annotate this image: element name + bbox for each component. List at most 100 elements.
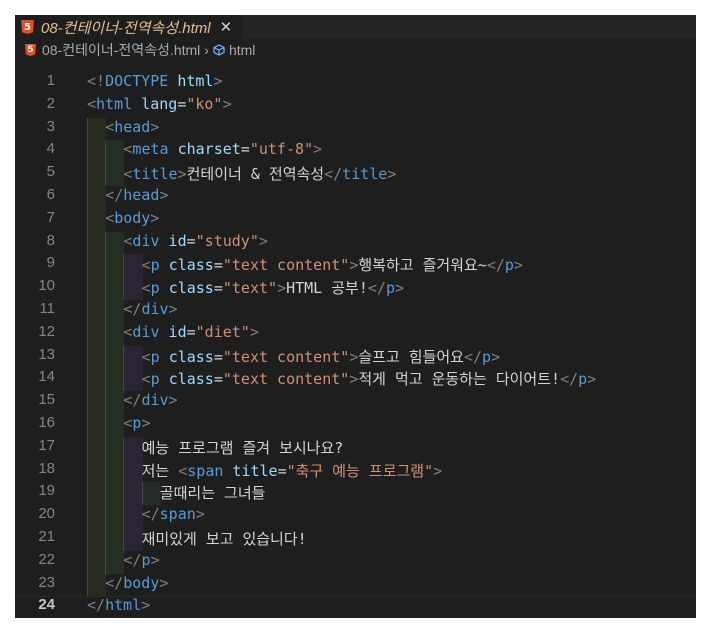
code-token: < [105,117,115,136]
code-token: "text" [222,279,278,298]
code-text: <div id="diet"> [123,323,258,341]
code-text: <p class="text content">슬프고 힘들어요</p> [142,346,501,367]
indent-guide [87,368,107,392]
code-text: <p class="text">HTML 공부!</p> [142,277,404,298]
code-token: > [313,140,323,159]
indent-guide [87,550,107,574]
code-editor[interactable]: 5 08-컨테이너-전역속성.html ✕ 5 08-컨테이너-전역속성.htm… [15,15,696,618]
code-token: > [159,573,169,592]
code-token: = [213,256,223,275]
breadcrumb-symbol[interactable]: html [229,42,255,58]
code-line[interactable]: 14 <p class="text content">적게 먹고 운동하는 다이어… [15,368,696,392]
code-line[interactable]: 19 골때리는 그녀들 [15,482,696,506]
code-token: html [177,72,214,90]
code-token: > [277,279,287,298]
code-line[interactable]: 11 </div> [15,299,696,323]
code-token: body [123,573,160,592]
code-token: DOCTYPE [105,72,178,90]
code-token: > [141,596,151,615]
code-text: <body> [105,209,159,227]
indent-guide [105,345,125,369]
code-line[interactable]: 23 </body> [15,573,696,597]
indent-guide [105,140,125,164]
code-token: > [387,165,397,184]
code-token: > [513,256,523,275]
code-token: "text content" [222,347,350,366]
code-token: 행복하고 즐거워요~ [358,256,487,275]
code-token: > [258,231,268,250]
code-line[interactable]: 8 <div id="study"> [15,231,696,255]
code-text: </body> [105,574,168,592]
code-line[interactable]: 6 </head> [15,185,696,209]
indent-guide [141,482,161,506]
code-line[interactable]: 10 <p class="text">HTML 공부!</p> [15,277,696,300]
code-token: < [105,208,115,227]
code-token: > [213,72,223,90]
code-line[interactable]: 3 <head> [15,117,696,141]
code-text: <!DOCTYPE html> [87,72,222,90]
line-number: 17 [38,436,55,454]
code-token: </ [123,299,142,318]
code-token: lang [141,94,178,113]
line-number: 2 [46,94,55,112]
indent-guide [105,550,125,574]
code-token: div [132,231,169,250]
code-token: 예능 프로그램 즐겨 보시나요? [141,438,344,457]
code-text: 저는 <span title="축구 예능 프로그램"> [142,460,443,481]
code-line[interactable]: 12 <div id="diet"> [15,322,696,346]
indent-guide [105,163,125,186]
code-token: p [150,279,169,298]
indent-guide [87,322,107,346]
code-token: "축구 예능 프로그램" [286,461,434,480]
indent-guide [123,277,143,300]
code-line[interactable]: 22 </p> [15,550,696,574]
breadcrumb-file[interactable]: 08-컨테이너-전역속성.html [42,40,200,60]
code-line[interactable]: 5 <title>컨테이너 & 전역속성</title> [15,163,696,186]
indent-guide [105,413,125,437]
code-line[interactable]: 17 예능 프로그램 즐겨 보시나요? [15,436,696,460]
indent-guide [105,527,125,551]
code-line[interactable]: 13 <p class="text content">슬프고 힘들어요</p> [15,345,696,369]
indent-guide [123,345,143,369]
indent-guide [123,459,143,483]
code-text: <p class="text content">행복하고 즐거워요~</p> [142,254,523,275]
code-token: 골때리는 그녀들 [159,484,266,503]
code-line[interactable]: 9 <p class="text content">행복하고 즐거워요~</p> [15,254,696,278]
code-token: class [168,256,214,275]
code-token: = [186,322,196,341]
code-line[interactable]: 18 저는 <span title="축구 예능 프로그램"> [15,459,696,483]
close-icon[interactable]: ✕ [220,18,233,36]
code-text: 재미있게 보고 있습니다! [142,528,307,549]
code-line[interactable]: 24 </html> [15,596,696,618]
line-number: 16 [38,413,55,431]
code-token: html [105,596,142,615]
code-line[interactable]: 16 <p> [15,413,696,437]
code-token: p [150,347,169,366]
code-token: = [240,140,250,159]
indent-guide [105,299,125,323]
code-token: </ [486,256,505,275]
code-line[interactable]: 1 <!DOCTYPE html> [15,72,696,95]
symbol-cube-icon [213,44,225,56]
code-area[interactable]: 1 <!DOCTYPE html> 2 <html lang="ko"> 3 <head>… [15,72,696,618]
indent-guide [87,231,107,255]
code-token: > [349,370,359,389]
code-token: < [87,94,97,113]
code-line[interactable]: 21 재미있게 보고 있습니다! [15,527,696,551]
indent-guide [123,436,143,460]
code-line[interactable]: 15 </div> [15,391,696,414]
code-text: </span> [142,505,205,523]
indent-guide [105,482,125,506]
code-line[interactable]: 20 </span> [15,505,696,528]
tab-active-file[interactable]: 5 08-컨테이너-전역속성.html ✕ [15,15,244,39]
code-token: "text content" [222,256,350,275]
code-text: <head> [105,118,159,136]
code-line[interactable]: 4 <meta charset="utf-8"> [15,140,696,164]
code-token: > [394,279,405,298]
code-token: "diet" [195,322,250,341]
code-line[interactable]: 2 <html lang="ko"> [15,95,696,118]
code-token: p [150,370,169,389]
indent-guide [87,459,107,483]
code-line[interactable]: 7 <body> [15,208,696,232]
code-text: <html lang="ko"> [87,95,232,113]
